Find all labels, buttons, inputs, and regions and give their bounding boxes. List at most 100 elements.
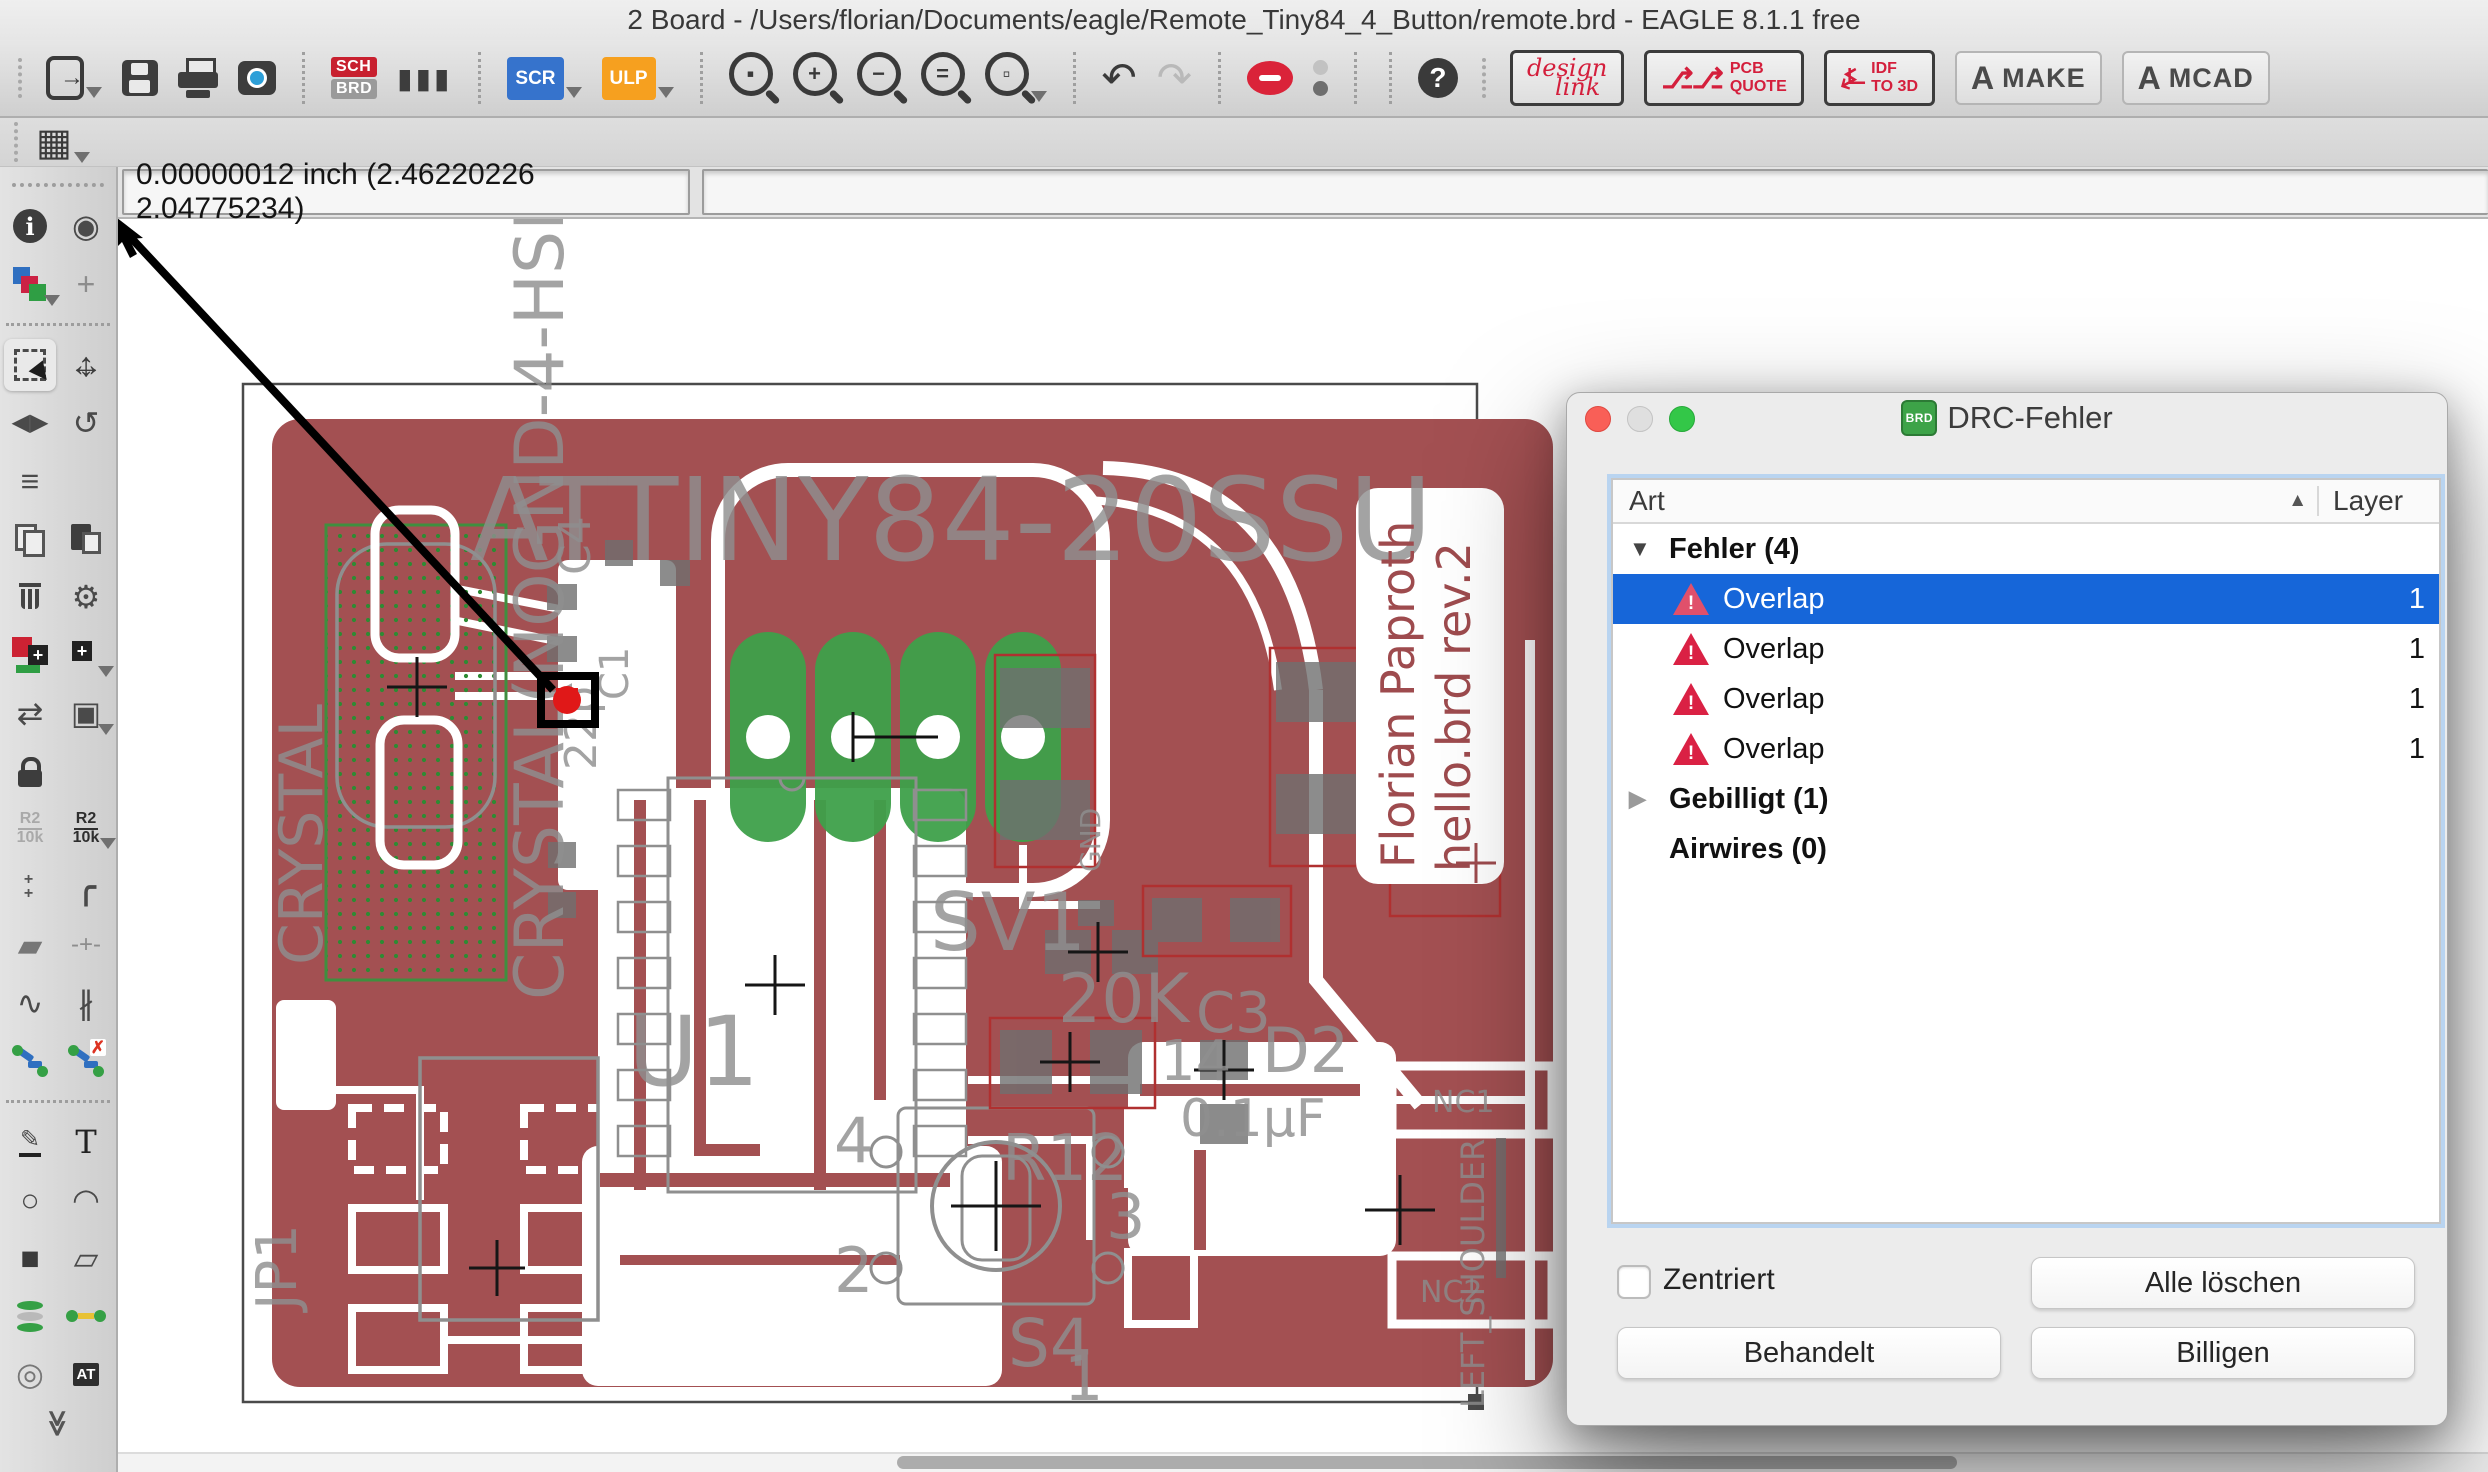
circle-tool[interactable]: ○: [4, 1174, 56, 1226]
meander-tool[interactable]: ∿: [4, 977, 56, 1029]
help-button[interactable]: ?: [1418, 58, 1458, 98]
mcad-button[interactable]: A MCAD: [2122, 51, 2270, 105]
zoom-fit-button[interactable]: ▪: [729, 52, 773, 104]
chevron-down-icon[interactable]: [44, 295, 60, 306]
more-tools-chevron[interactable]: ≫: [43, 1409, 74, 1436]
display-layers-tool[interactable]: [4, 258, 56, 310]
minimize-button[interactable]: [1627, 406, 1653, 432]
wire-tool[interactable]: ✎: [4, 1116, 56, 1168]
drc-error-row[interactable]: !Overlap1: [1613, 674, 2439, 724]
drc-error-row[interactable]: !Overlap1: [1613, 574, 2439, 624]
set-origin-tool[interactable]: -+-: [60, 919, 112, 971]
centered-checkbox-label[interactable]: Zentriert: [1663, 1263, 1775, 1297]
move-tool[interactable]: ↔↕: [60, 339, 112, 391]
show-tool[interactable]: ◉: [60, 200, 112, 252]
chevron-down-icon[interactable]: [566, 87, 582, 98]
column-header-layer[interactable]: Layer: [2319, 485, 2439, 517]
text-tool[interactable]: T: [60, 1116, 112, 1168]
toolbar-drag-handle[interactable]: [1482, 58, 1486, 98]
mark-tool[interactable]: +: [60, 258, 112, 310]
rotate-tool[interactable]: ↺: [60, 397, 112, 449]
zoom-button[interactable]: [1669, 406, 1695, 432]
name-tool[interactable]: R210k: [4, 803, 56, 855]
lock-tool[interactable]: [4, 745, 56, 797]
signal-tool[interactable]: [60, 1290, 112, 1342]
close-button[interactable]: [1585, 406, 1611, 432]
disclosure-triangle-icon[interactable]: ▶: [1629, 786, 1663, 812]
ulp-button[interactable]: ULP: [602, 57, 674, 100]
drc-group-row[interactable]: Airwires (0): [1613, 824, 2439, 874]
command-input[interactable]: [702, 169, 2488, 215]
drc-group-row[interactable]: ▶Gebilligt (1): [1613, 774, 2439, 824]
info-tool[interactable]: i: [4, 200, 56, 252]
design-link-button[interactable]: designlink: [1510, 50, 1624, 106]
polygon-merge-tool[interactable]: ▰: [4, 919, 56, 971]
cam-processor-button[interactable]: [238, 61, 276, 95]
drc-error-list[interactable]: Art ▲ Layer ▼Fehler (4)!Overlap1!Overlap…: [1611, 478, 2441, 1224]
print-button[interactable]: [178, 58, 218, 98]
attribute-tool[interactable]: AT: [60, 1348, 112, 1400]
zoom-out-button[interactable]: −: [857, 52, 901, 104]
redo-button[interactable]: ↷: [1157, 58, 1192, 98]
sidebar-drag-handle[interactable]: [12, 183, 104, 187]
name-align-tool[interactable]: ≡: [4, 455, 56, 507]
add-part-tool[interactable]: +: [4, 629, 56, 681]
run-indicator-button[interactable]: [1313, 60, 1328, 96]
zoom-select-button[interactable]: ▫: [985, 52, 1047, 104]
add-gate-tool[interactable]: +: [60, 629, 112, 681]
value-tool[interactable]: R210k: [60, 803, 112, 855]
script-button[interactable]: SCR: [507, 57, 581, 100]
rect-tool[interactable]: ■: [4, 1232, 56, 1284]
export-button[interactable]: →: [46, 56, 102, 100]
zoom-in-button[interactable]: +: [793, 52, 837, 104]
list-header[interactable]: Art ▲ Layer: [1613, 480, 2439, 524]
chevron-down-icon[interactable]: [100, 838, 116, 849]
change-tool[interactable]: ⚙: [60, 571, 112, 623]
schematic-board-switch-button[interactable]: SCHBRD: [331, 57, 377, 99]
library-button[interactable]: ▮▮▮: [397, 62, 452, 95]
delete-tool[interactable]: [4, 571, 56, 623]
toolbar-drag-handle[interactable]: [18, 58, 22, 98]
disclosure-triangle-icon[interactable]: ▼: [1629, 536, 1663, 562]
arc-tool[interactable]: ◠: [60, 1174, 112, 1226]
replace-tool[interactable]: ▣: [60, 687, 112, 739]
zoom-redraw-button[interactable]: =: [921, 52, 965, 104]
paste-tool[interactable]: [60, 513, 112, 565]
clear-all-button[interactable]: Alle löschen: [2031, 1257, 2415, 1309]
via-tool[interactable]: [4, 1290, 56, 1342]
scrollbar-thumb[interactable]: [897, 1456, 1957, 1469]
chevron-down-icon[interactable]: [86, 87, 102, 98]
ripup-tool[interactable]: ✗: [60, 1035, 112, 1087]
miter-tool[interactable]: ╭: [60, 861, 112, 913]
pinswap-tool[interactable]: ⇄: [4, 687, 56, 739]
sort-arrow-icon[interactable]: ▲: [2288, 490, 2307, 512]
stop-button[interactable]: [1247, 61, 1293, 95]
idf-to-3d-button[interactable]: ⍼ IDFTO 3D: [1824, 50, 1935, 106]
column-header-art[interactable]: Art: [1613, 485, 2288, 517]
drc-error-row[interactable]: !Overlap1: [1613, 724, 2439, 774]
hole-tool[interactable]: ◎: [4, 1348, 56, 1400]
pcb-quote-button[interactable]: ⎇⎇ PCBQUOTE: [1644, 50, 1803, 106]
dialog-titlebar[interactable]: BRD DRC-Fehler: [1567, 393, 2447, 443]
processed-button[interactable]: Behandelt: [1617, 1327, 2001, 1379]
chevron-down-icon[interactable]: [98, 724, 114, 735]
copy-tool[interactable]: [4, 513, 56, 565]
make-button[interactable]: A MAKE: [1955, 51, 2102, 105]
centered-checkbox[interactable]: [1617, 1265, 1651, 1299]
undo-button[interactable]: ↶: [1102, 58, 1137, 98]
split-tool[interactable]: ∦: [60, 977, 112, 1029]
drc-group-row[interactable]: ▼Fehler (4): [1613, 524, 2439, 574]
chevron-down-icon[interactable]: [98, 666, 114, 677]
chevron-down-icon[interactable]: [74, 152, 90, 163]
route-tool[interactable]: [4, 1035, 56, 1087]
mirror-tool[interactable]: ◀▶: [4, 397, 56, 449]
horizontal-scrollbar[interactable]: [118, 1452, 2488, 1472]
approve-button[interactable]: Billigen: [2031, 1327, 2415, 1379]
chevron-down-icon[interactable]: [658, 87, 674, 98]
smash-tool[interactable]: ++: [4, 861, 56, 913]
save-button[interactable]: [122, 60, 158, 96]
drc-error-row[interactable]: !Overlap1: [1613, 624, 2439, 674]
grid-button[interactable]: ▦: [36, 120, 90, 165]
toolbar-drag-handle[interactable]: [14, 122, 18, 162]
polygon-tool[interactable]: ▱: [60, 1232, 112, 1284]
